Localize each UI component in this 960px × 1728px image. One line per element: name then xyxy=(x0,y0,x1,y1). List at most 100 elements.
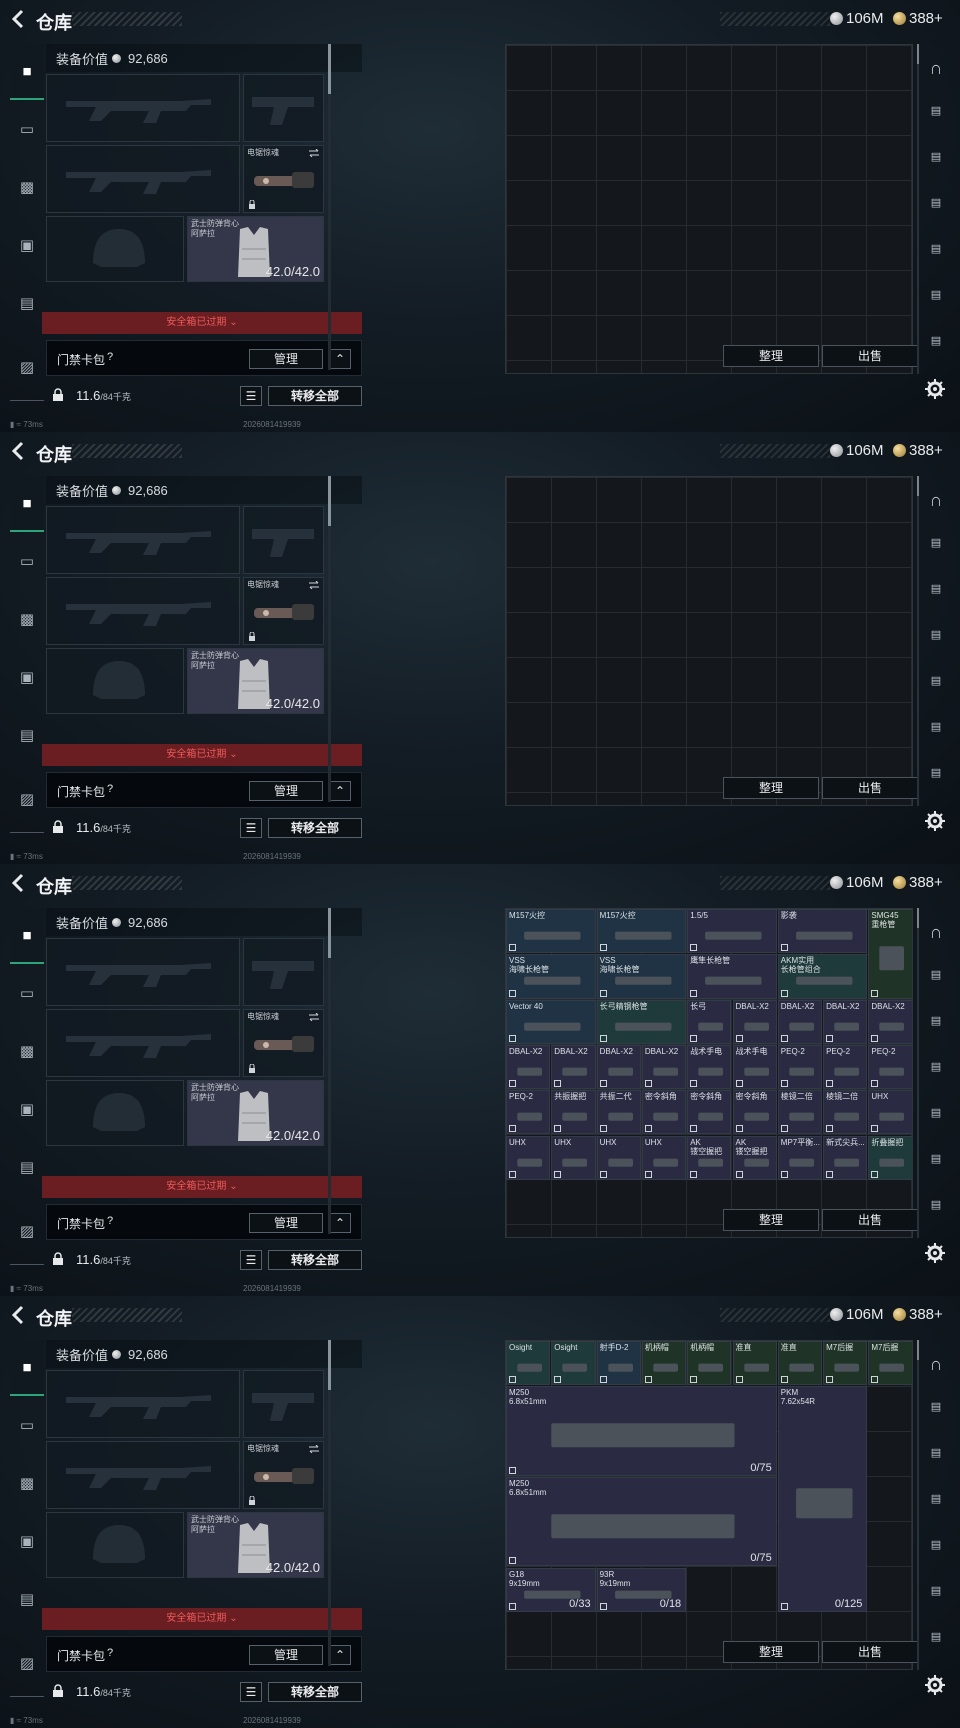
collapse-button[interactable]: ⌃ xyxy=(329,349,351,369)
inventory-item[interactable]: 机柄帽 xyxy=(641,1341,687,1386)
melee-slot[interactable]: 电锯惊魂 xyxy=(243,145,324,213)
helmet-slot[interactable] xyxy=(46,1512,184,1578)
sell-button[interactable]: 出售 xyxy=(822,1641,918,1663)
back-arrow-icon[interactable] xyxy=(10,873,26,893)
inventory-item[interactable]: 密令斜角 xyxy=(641,1090,687,1135)
inventory-item[interactable]: SMG45 重枪管 xyxy=(868,909,912,999)
inventory-item[interactable]: DBAL-X2 xyxy=(868,999,912,1044)
inventory-item[interactable]: 长弓精钢枪管 xyxy=(596,999,687,1044)
back-arrow-icon[interactable] xyxy=(10,1305,26,1325)
tab-storage-7[interactable]: ▤ xyxy=(924,1630,948,1654)
tab-storage-3[interactable]: ▤ xyxy=(924,1446,948,1470)
secondary-weapon-slot[interactable] xyxy=(46,577,240,645)
inventory-item[interactable]: VSS 海啸长枪管 xyxy=(596,954,687,999)
inventory-item[interactable]: M7后握 xyxy=(868,1341,912,1386)
inventory-item[interactable]: 新式尖兵... xyxy=(823,1135,868,1180)
tab-scroll-thumb[interactable] xyxy=(917,908,919,928)
tab-storage-2[interactable]: ▤ xyxy=(924,1400,948,1424)
safebox-expired-bar[interactable]: 安全箱已过期 ⌄ xyxy=(42,1176,362,1198)
nav-case[interactable]: ▨ xyxy=(10,1648,44,1678)
nav-armor[interactable]: ▭ xyxy=(10,978,44,1008)
equipment-scroll-track[interactable] xyxy=(328,1390,331,1666)
inventory-item[interactable]: 射手D-2 xyxy=(596,1341,641,1386)
inventory-item[interactable]: 准直 xyxy=(732,1341,777,1386)
armor-slot[interactable]: 武士防弹背心 阿萨拉 42.0/42.0 xyxy=(187,1512,324,1578)
inventory-item[interactable]: 折叠握把 xyxy=(868,1135,912,1180)
transfer-all-button[interactable]: 转移全部 xyxy=(268,1682,362,1702)
organize-button[interactable]: 整理 xyxy=(723,345,819,367)
nav-armor[interactable]: ▭ xyxy=(10,546,44,576)
inventory-item[interactable]: 共振握把 xyxy=(551,1090,596,1135)
melee-slot[interactable]: 电锯惊魂 xyxy=(243,1009,324,1077)
settings-gear-icon[interactable] xyxy=(924,378,946,400)
manage-button[interactable]: 管理 xyxy=(249,781,323,801)
pistol-slot[interactable] xyxy=(243,938,324,1006)
inventory-item[interactable]: DBAL-X2 xyxy=(823,999,868,1044)
inventory-item[interactable]: G18 9x19mm 0/33 xyxy=(506,1567,596,1612)
inventory-item[interactable]: 鹰隼长枪管 xyxy=(687,954,777,999)
help-icon[interactable]: ? xyxy=(107,1215,113,1227)
tab-storage-5[interactable]: ▤ xyxy=(924,1106,948,1130)
collapse-button[interactable]: ⌃ xyxy=(329,1213,351,1233)
pistol-slot[interactable] xyxy=(243,1370,324,1438)
inventory-item[interactable]: AK 镂空握把 xyxy=(687,1135,732,1180)
list-view-button[interactable]: ☰ xyxy=(240,818,262,838)
inventory-item[interactable]: 棱镜二倍 xyxy=(777,1090,823,1135)
tab-storage-6[interactable]: ▤ xyxy=(924,720,948,744)
nav-backpack[interactable]: ▣ xyxy=(10,662,44,692)
gold-currency[interactable]: 388+ xyxy=(893,1306,943,1323)
nav-chest-rig[interactable]: ▤ xyxy=(10,1584,44,1614)
tab-scroll-track[interactable] xyxy=(917,44,919,374)
tab-storage-2[interactable]: ▤ xyxy=(924,104,948,128)
equipment-scroll-track[interactable] xyxy=(328,958,331,1234)
tab-scroll-track[interactable] xyxy=(917,908,919,1238)
transfer-all-button[interactable]: 转移全部 xyxy=(268,818,362,838)
nav-weapons[interactable]: ■ xyxy=(10,476,44,532)
help-icon[interactable]: ? xyxy=(107,783,113,795)
inventory-item[interactable]: 准直 xyxy=(777,1341,823,1386)
secondary-weapon-slot[interactable] xyxy=(46,1441,240,1509)
nav-armor[interactable]: ▭ xyxy=(10,114,44,144)
safebox-expired-bar[interactable]: 安全箱已过期 ⌄ xyxy=(42,1608,362,1630)
tab-home[interactable]: ∩ xyxy=(924,490,948,514)
tab-storage-4[interactable]: ▤ xyxy=(924,1492,948,1516)
list-view-button[interactable]: ☰ xyxy=(240,1250,262,1270)
inventory-item[interactable]: PEQ-2 xyxy=(506,1090,551,1135)
inventory-item[interactable]: Osight xyxy=(506,1341,551,1386)
inventory-item[interactable]: M157火控 xyxy=(596,909,687,954)
nav-backpack[interactable]: ▣ xyxy=(10,1526,44,1556)
inventory-item[interactable]: VSS 海啸长枪管 xyxy=(506,954,596,999)
melee-slot[interactable]: 电锯惊魂 xyxy=(243,1441,324,1509)
tab-home[interactable]: ∩ xyxy=(924,58,948,82)
safebox-expired-bar[interactable]: 安全箱已过期 ⌄ xyxy=(42,312,362,334)
help-icon[interactable]: ? xyxy=(107,1647,113,1659)
safebox-expired-bar[interactable]: 安全箱已过期 ⌄ xyxy=(42,744,362,766)
swap-icon[interactable] xyxy=(308,1013,320,1021)
tab-storage-4[interactable]: ▤ xyxy=(924,196,948,220)
tab-scroll-thumb[interactable] xyxy=(917,476,919,496)
list-view-button[interactable]: ☰ xyxy=(240,1682,262,1702)
inventory-item[interactable]: M7后握 xyxy=(823,1341,868,1386)
inventory-item[interactable]: 密令斜角 xyxy=(687,1090,732,1135)
inventory-item[interactable]: Osight xyxy=(551,1341,596,1386)
helmet-slot[interactable] xyxy=(46,648,184,714)
inventory-item[interactable]: DBAL-X2 xyxy=(732,999,777,1044)
collapse-button[interactable]: ⌃ xyxy=(329,1645,351,1665)
pistol-slot[interactable] xyxy=(243,506,324,574)
tab-storage-7[interactable]: ▤ xyxy=(924,1198,948,1222)
inventory-item[interactable]: 长弓 xyxy=(687,999,732,1044)
inventory-item[interactable]: Vector 40 xyxy=(506,999,596,1044)
tab-storage-3[interactable]: ▤ xyxy=(924,582,948,606)
primary-weapon-slot[interactable] xyxy=(46,938,240,1006)
inventory-item[interactable]: 影袭 xyxy=(777,909,868,954)
nav-helmet[interactable]: ▩ xyxy=(10,604,44,634)
equipment-scroll-track[interactable] xyxy=(328,94,331,370)
inventory-item[interactable]: 战术手电 xyxy=(732,1044,777,1090)
tab-scroll-thumb[interactable] xyxy=(917,44,919,64)
inventory-item[interactable]: UHX xyxy=(506,1135,551,1180)
transfer-all-button[interactable]: 转移全部 xyxy=(268,386,362,406)
swap-icon[interactable] xyxy=(308,149,320,157)
tab-home[interactable]: ∩ xyxy=(924,1354,948,1378)
manage-button[interactable]: 管理 xyxy=(249,1645,323,1665)
inventory-item[interactable]: AK 镂空握把 xyxy=(732,1135,777,1180)
